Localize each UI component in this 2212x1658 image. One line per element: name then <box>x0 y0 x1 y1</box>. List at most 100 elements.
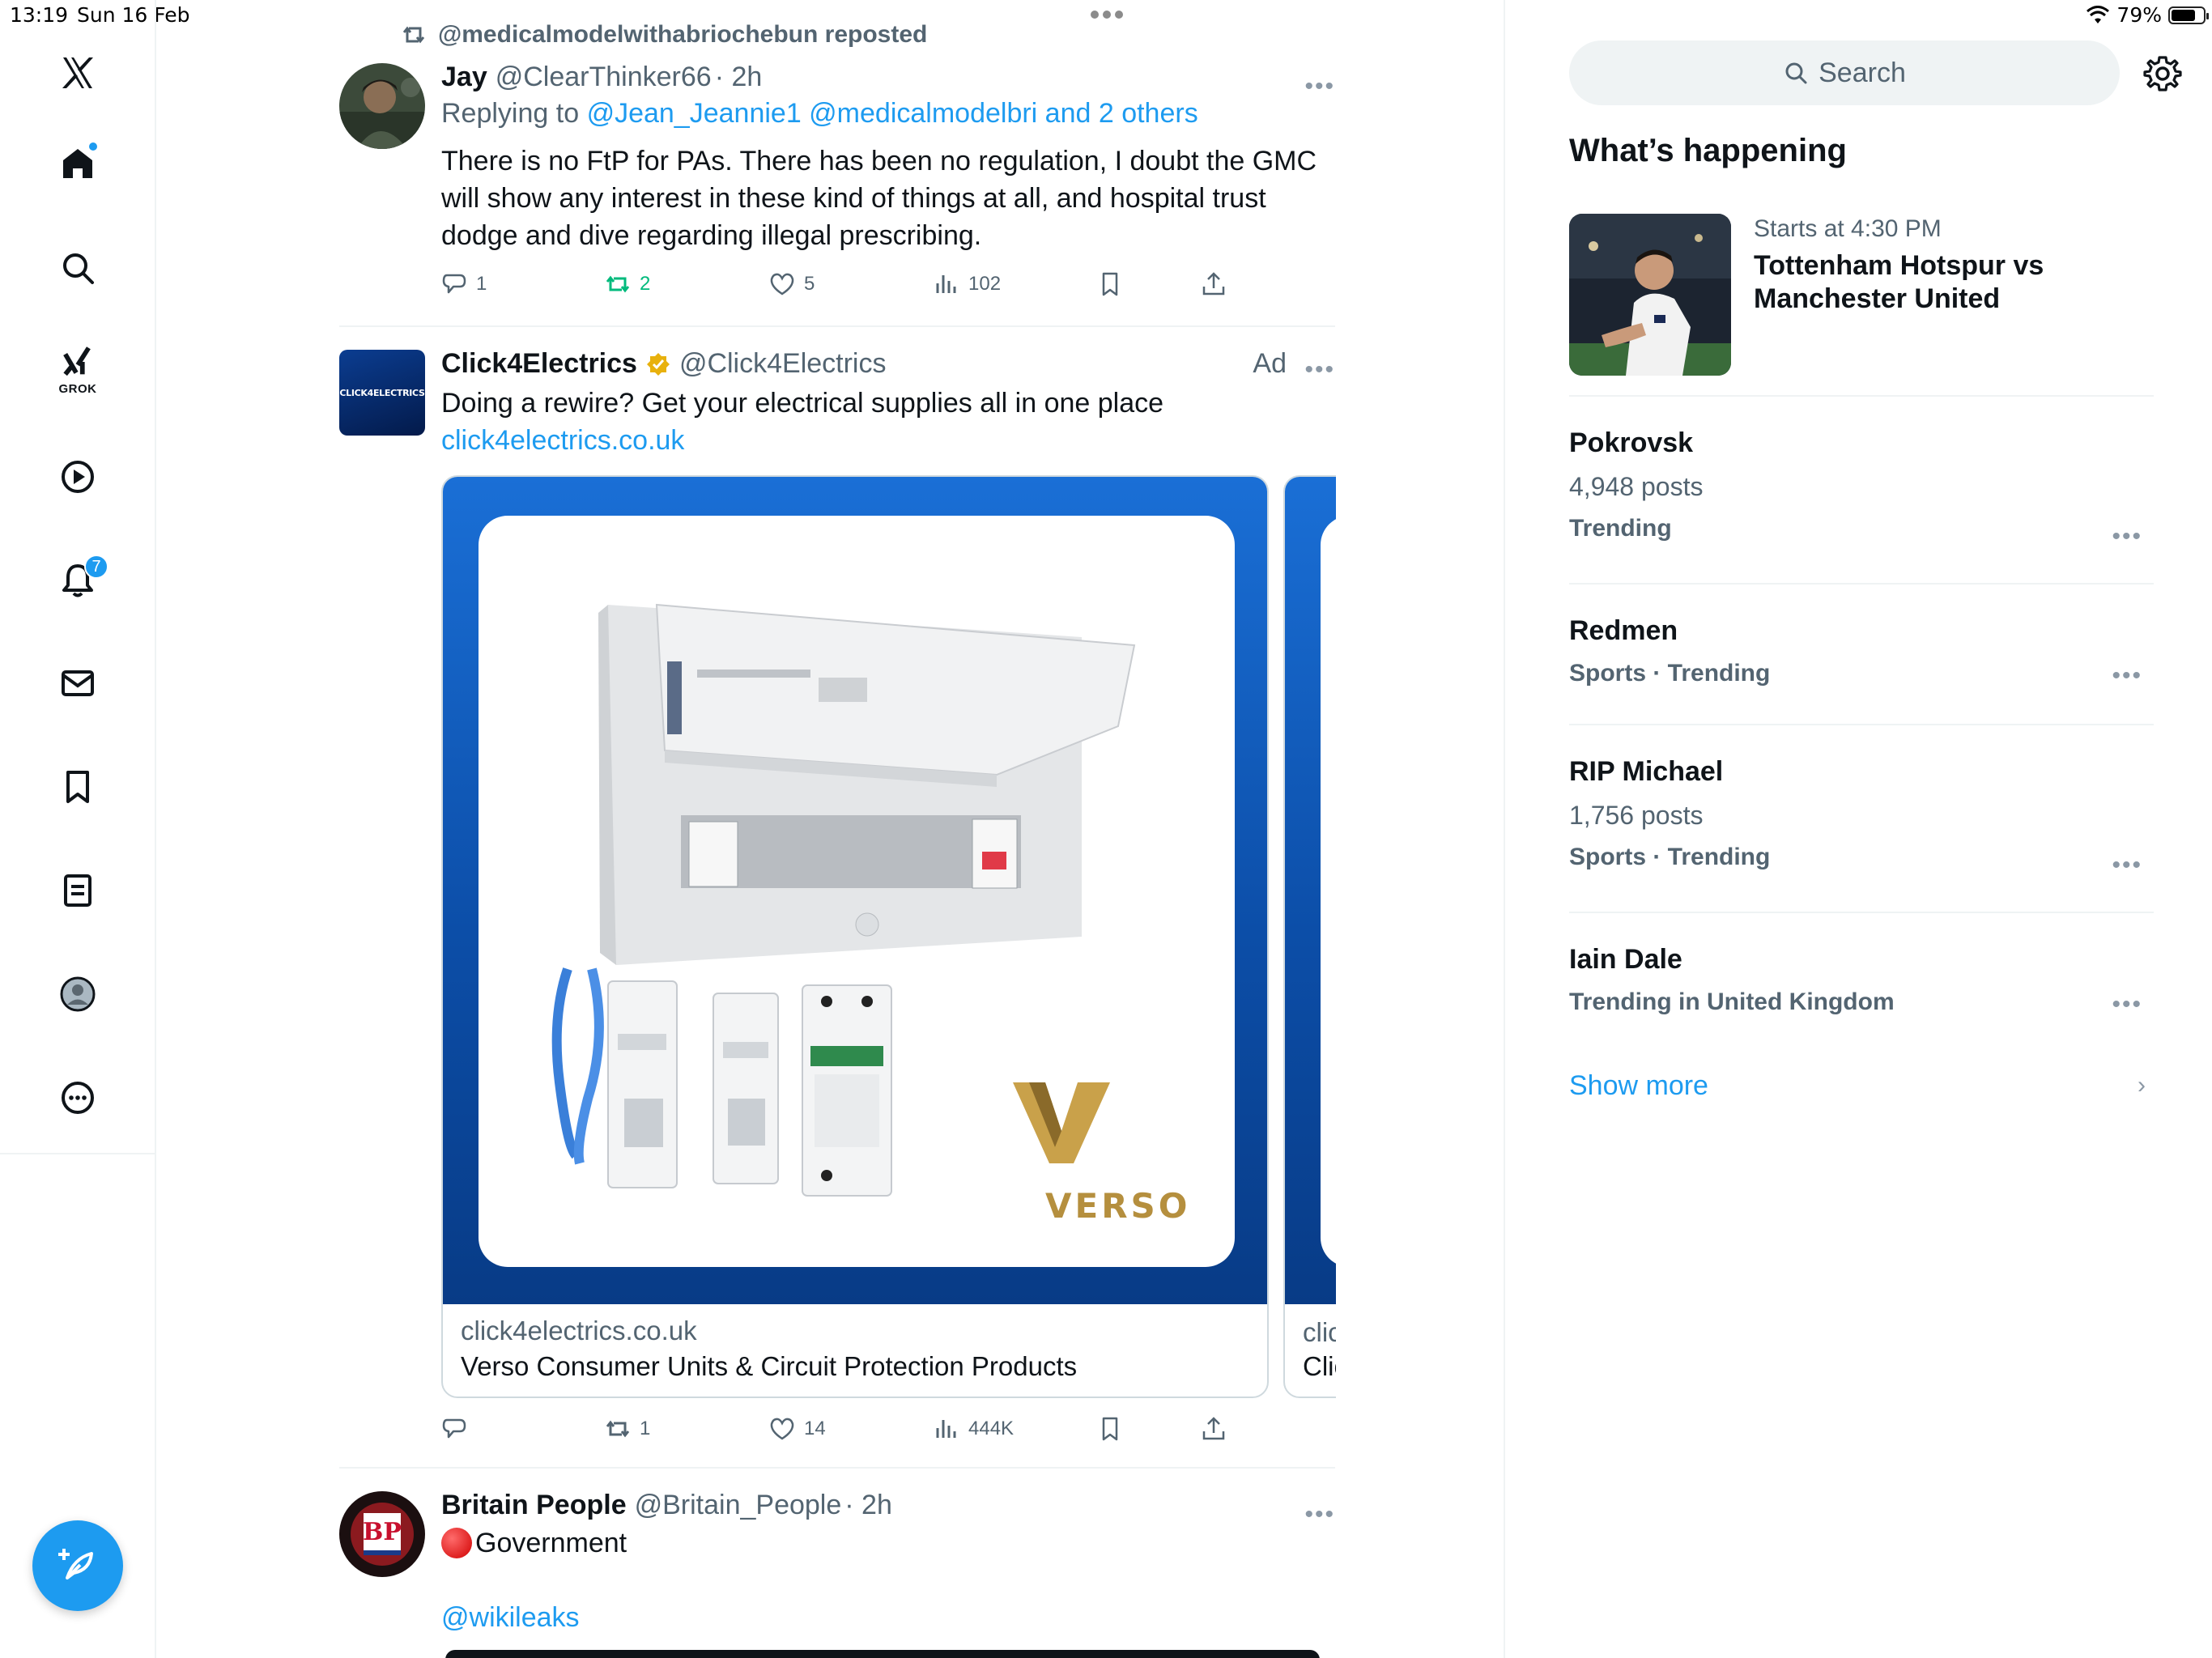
event-image <box>1569 214 1731 376</box>
event-title[interactable]: Tottenham Hotspur vs Manchester United <box>1754 249 2126 316</box>
author-name[interactable]: Jay <box>441 62 487 93</box>
more-options-icon[interactable]: ••• <box>1304 1501 1335 1528</box>
nav-messages[interactable] <box>45 651 110 716</box>
nav-grok[interactable]: GROK <box>45 337 110 402</box>
like-button[interactable]: 14 <box>768 1415 826 1443</box>
trend-more-icon[interactable]: ••• <box>2112 991 2142 1018</box>
nav-video[interactable] <box>45 444 110 509</box>
views-bars-icon <box>936 1420 956 1438</box>
trend-more-icon[interactable]: ••• <box>2112 852 2142 879</box>
trend-item[interactable]: Pokrovsk 4,948 posts Trending ••• <box>1569 427 2154 565</box>
sidebar-separator <box>1569 724 2154 725</box>
trend-name: Iain Dale <box>1569 944 1682 975</box>
nav-explore[interactable] <box>45 236 110 300</box>
trend-category: Trending in United Kingdom <box>1569 988 1895 1015</box>
share-button[interactable] <box>1200 1415 1227 1443</box>
bookmark-icon <box>1102 272 1118 296</box>
more-circle-icon <box>62 1082 94 1114</box>
sidebar-separator <box>1569 583 2154 585</box>
trend-category: Sports · Trending <box>1569 660 1771 687</box>
verso-logo-text: VERSO <box>1045 1186 1191 1226</box>
nav-lists[interactable] <box>45 858 110 923</box>
chevron-right-icon[interactable]: › <box>2138 1072 2146 1099</box>
sidebar-separator <box>1569 912 2154 913</box>
search-placeholder: Search <box>1819 57 1906 88</box>
verified-badge-icon <box>646 352 670 376</box>
avatar-click4electrics[interactable]: CLICK4ELECTRICS <box>339 350 425 436</box>
author-handle[interactable]: @ClearThinker66 <box>496 62 712 93</box>
mention-link[interactable]: @wikileaks <box>441 1599 1335 1636</box>
avatar-logo-text: BP <box>363 1517 402 1546</box>
trend-name: RIP Michael <box>1569 756 1724 787</box>
replying-to-users[interactable]: @Jean_Jeannie1 @medicalmodelbri and 2 ot… <box>587 98 1198 129</box>
nav-home[interactable] <box>45 131 110 196</box>
avatar-britain-people[interactable]: BP <box>339 1491 425 1577</box>
author-name[interactable]: Britain People <box>441 1490 627 1521</box>
views-count: 102 <box>968 273 1002 295</box>
reply-button[interactable] <box>440 1415 476 1443</box>
trend-more-icon[interactable]: ••• <box>2112 662 2142 690</box>
replying-to-label: Replying to <box>441 98 580 129</box>
views-bars-icon <box>936 275 956 293</box>
search-icon <box>63 253 94 284</box>
consumer-unit-illustration <box>551 603 1136 1197</box>
ad-card-next[interactable]: clic Clic <box>1283 475 1336 1398</box>
event-card[interactable]: Starts at 4:30 PM Tottenham Hotspur vs M… <box>1569 214 2152 376</box>
more-options-icon[interactable]: ••• <box>1304 73 1335 100</box>
ad-text: Doing a rewire? Get your electrical supp… <box>441 388 1164 419</box>
whats-happening-heading: What’s happening <box>1569 133 1847 168</box>
trend-item[interactable]: RIP Michael 1,756 posts Sports · Trendin… <box>1569 756 2154 894</box>
repost-count: 1 <box>640 1418 651 1439</box>
author-name[interactable]: Click4Electrics <box>441 348 637 380</box>
ad-card-next-image <box>1285 477 1336 1304</box>
tweet-ad-click4electrics[interactable]: CLICK4ELECTRICS Click4Electrics @Click4E… <box>339 348 1335 461</box>
bookmark-button[interactable] <box>1096 1415 1124 1443</box>
trend-item[interactable]: Iain Dale Trending in United Kingdom ••• <box>1569 944 2154 1033</box>
trend-more-icon[interactable]: ••• <box>2112 523 2142 551</box>
reply-icon <box>442 274 466 294</box>
more-options-icon[interactable]: ••• <box>1304 356 1335 384</box>
tweet-time: · 2h <box>714 62 763 92</box>
avatar-logo-text: CLICK4ELECTRICS <box>339 387 425 398</box>
ad-link[interactable]: click4electrics.co.uk <box>441 422 1335 459</box>
sidebar-separator <box>1569 395 2154 397</box>
like-button[interactable]: 5 <box>768 270 815 298</box>
nav-divider <box>0 1153 156 1154</box>
profile-avatar-icon <box>60 976 96 1012</box>
search-input[interactable]: Search <box>1569 40 2120 105</box>
share-button[interactable] <box>1200 270 1227 298</box>
nav-notifications[interactable]: 7 <box>45 548 110 613</box>
repost-button[interactable]: 1 <box>604 1415 650 1443</box>
battery-percent: 79% <box>2116 3 2162 27</box>
trend-item[interactable]: Redmen Sports · Trending ••• <box>1569 615 2154 704</box>
reply-button[interactable]: 1 <box>440 270 487 298</box>
views-button[interactable]: 444K <box>933 1415 1014 1443</box>
show-more-link[interactable]: Show more <box>1569 1070 1708 1102</box>
nav-profile[interactable] <box>45 962 110 1027</box>
tweet-separator <box>339 325 1335 327</box>
gear-icon[interactable] <box>2142 53 2183 94</box>
ad-media-carousel[interactable]: VERSO click4electrics.co.uk Verso Consum… <box>441 475 1336 1398</box>
card-title[interactable]: Verso Consumer Units & Circuit Protectio… <box>461 1351 1249 1382</box>
author-handle[interactable]: @Britain_People <box>635 1490 842 1521</box>
bookmark-button[interactable] <box>1096 270 1124 298</box>
ad-card-main[interactable]: VERSO click4electrics.co.uk Verso Consum… <box>441 475 1269 1398</box>
nav-bookmarks[interactable] <box>45 755 110 819</box>
list-document-icon <box>64 874 91 907</box>
grok-label: GROK <box>58 381 97 396</box>
repost-banner-text[interactable]: @medicalmodelwithabriochebun reposted <box>438 21 927 49</box>
author-handle[interactable]: @Click4Electrics <box>679 348 887 380</box>
heart-icon <box>770 273 794 295</box>
repost-icon <box>606 1420 630 1438</box>
reply-icon <box>442 1418 466 1439</box>
views-button[interactable]: 102 <box>933 270 1001 298</box>
tweet-jay[interactable]: Jay @ClearThinker66 · 2h Replying to @Je… <box>339 62 1335 304</box>
card-domain[interactable]: click4electrics.co.uk <box>461 1316 1249 1346</box>
x-logo-icon[interactable] <box>45 40 110 105</box>
repost-button[interactable]: 2 <box>604 270 650 298</box>
nav-more[interactable] <box>45 1065 110 1130</box>
trend-category: Sports · Trending <box>1569 844 1771 870</box>
avatar-jay[interactable] <box>339 63 425 149</box>
tweet-britain-people[interactable]: BP Britain People @Britain_People · 2h G… <box>339 1490 1335 1658</box>
compose-button[interactable] <box>32 1520 123 1611</box>
